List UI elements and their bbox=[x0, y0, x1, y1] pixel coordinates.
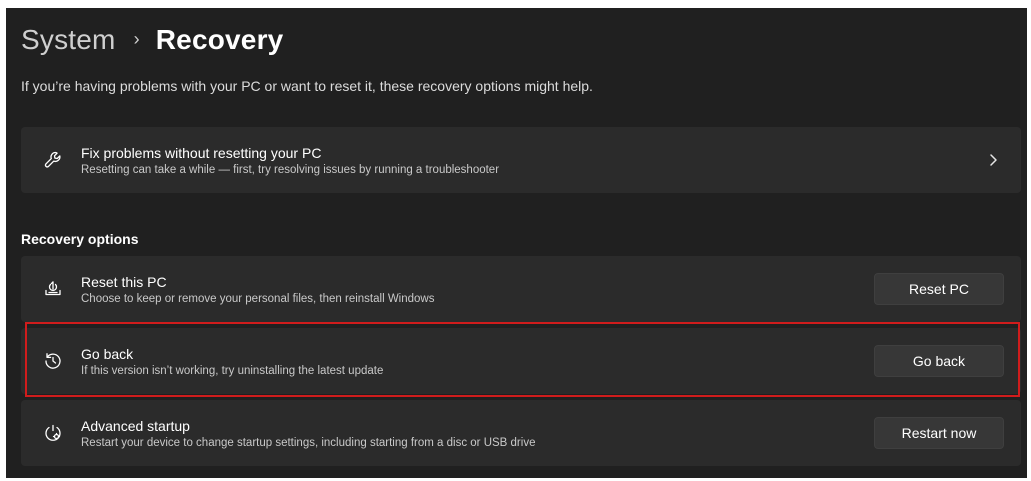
breadcrumb-separator: › bbox=[133, 28, 140, 49]
history-icon bbox=[25, 351, 81, 371]
page-subtitle: If you’re having problems with your PC o… bbox=[21, 78, 593, 94]
page-title: Recovery bbox=[155, 24, 284, 55]
reset-pc-card: Reset this PC Choose to keep or remove y… bbox=[21, 256, 1021, 322]
chevron-right-icon bbox=[973, 153, 1013, 167]
advanced-startup-description: Restart your device to change startup se… bbox=[81, 436, 536, 449]
fix-problems-title: Fix problems without resetting your PC bbox=[81, 144, 322, 161]
breadcrumb-system-link[interactable]: System bbox=[21, 24, 116, 56]
reset-pc-button[interactable]: Reset PC bbox=[874, 273, 1004, 305]
reset-pc-title: Reset this PC bbox=[81, 273, 167, 290]
advanced-startup-title: Advanced startup bbox=[81, 417, 190, 434]
go-back-button[interactable]: Go back bbox=[874, 345, 1004, 377]
reset-pc-description: Choose to keep or remove your personal f… bbox=[81, 292, 435, 305]
advanced-startup-card: Advanced startup Restart your device to … bbox=[21, 400, 1021, 466]
recovery-options-heading: Recovery options bbox=[21, 231, 139, 247]
advanced-startup-icon bbox=[25, 423, 81, 443]
go-back-description: If this version isn’t working, try unins… bbox=[81, 364, 384, 377]
fix-problems-description: Resetting can take a while — first, try … bbox=[81, 163, 500, 176]
restart-now-button[interactable]: Restart now bbox=[874, 417, 1004, 449]
breadcrumb: System › Recovery bbox=[21, 20, 283, 60]
fix-problems-card[interactable]: Fix problems without resetting your PC R… bbox=[21, 127, 1021, 193]
go-back-card: Go back If this version isn’t working, t… bbox=[21, 328, 1021, 394]
wrench-icon bbox=[25, 150, 81, 170]
reset-pc-icon bbox=[25, 279, 81, 299]
go-back-title: Go back bbox=[81, 345, 134, 362]
settings-window: System › Recovery If you’re having probl… bbox=[6, 8, 1027, 478]
